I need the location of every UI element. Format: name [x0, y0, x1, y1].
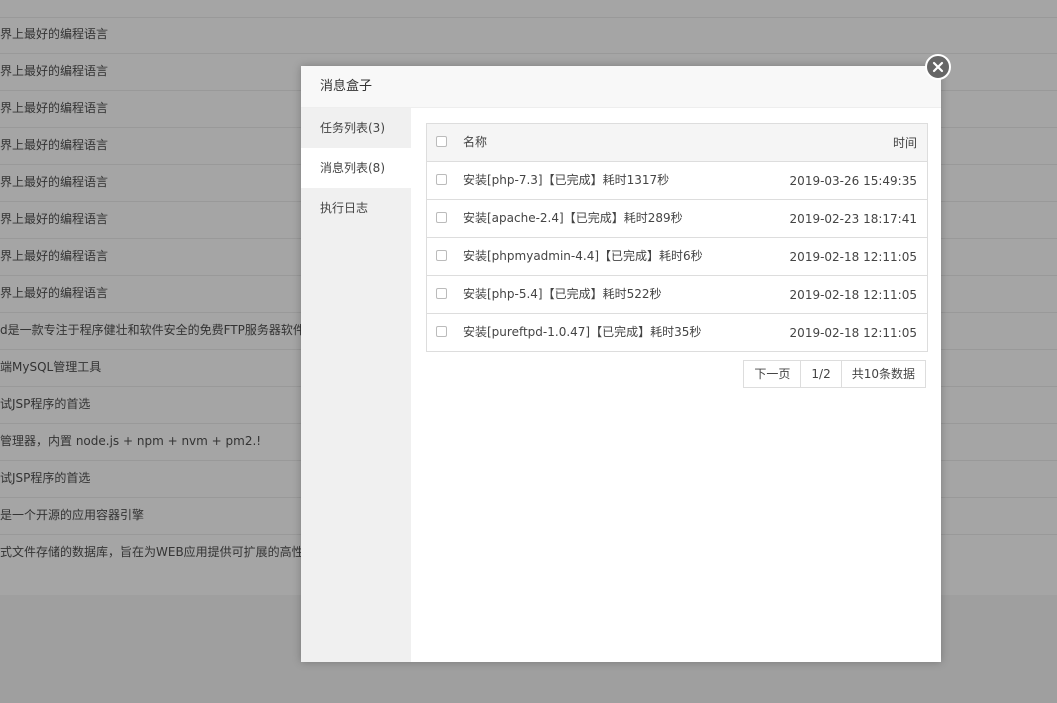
column-header-name: 名称 [463, 135, 488, 149]
pagination: 下一页 1/2 共10条数据 [743, 360, 926, 388]
close-button[interactable] [925, 54, 951, 80]
total-count: 共10条数据 [840, 361, 925, 387]
dialog-sidebar: 任务列表(3) 消息列表(8) 执行日志 [301, 108, 411, 662]
message-name: 安装[php-5.4]【已完成】耗时522秒 [463, 287, 662, 301]
select-all-checkbox[interactable] [436, 136, 447, 147]
row-checkbox[interactable] [436, 288, 447, 299]
dialog-title: 消息盒子 [301, 66, 941, 108]
tab-message-list[interactable]: 消息列表(8) [301, 148, 411, 188]
message-name: 安装[apache-2.4]【已完成】耗时289秒 [463, 211, 683, 225]
message-time: 2019-02-18 12:11:05 [789, 326, 917, 340]
message-name: 安装[php-7.3]【已完成】耗时1317秒 [463, 173, 670, 187]
message-time: 2019-02-18 12:11:05 [789, 288, 917, 302]
message-time: 2019-02-23 18:17:41 [789, 212, 917, 226]
tab-task-list[interactable]: 任务列表(3) [301, 108, 411, 148]
tab-execution-log[interactable]: 执行日志 [301, 188, 411, 228]
message-name: 安装[phpmyadmin-4.4]【已完成】耗时6秒 [463, 249, 703, 263]
column-header-time: 时间 [892, 136, 917, 150]
dialog-content: 名称 时间 安装[php-7.3]【已完成】耗时1317秒 2019-03-26… [411, 108, 941, 662]
row-checkbox[interactable] [436, 174, 447, 185]
background-row: 界上最好的编程语言 [0, 16, 1057, 54]
table-row: 安装[php-5.4]【已完成】耗时522秒 2019-02-18 12:11:… [427, 276, 927, 314]
message-table: 名称 时间 安装[php-7.3]【已完成】耗时1317秒 2019-03-26… [426, 123, 928, 352]
row-checkbox[interactable] [436, 326, 447, 337]
table-row: 安装[php-7.3]【已完成】耗时1317秒 2019-03-26 15:49… [427, 162, 927, 200]
message-box-dialog: 消息盒子 任务列表(3) 消息列表(8) 执行日志 名称 时间 安装[php-7… [301, 66, 941, 662]
close-icon [932, 61, 944, 73]
row-checkbox[interactable] [436, 250, 447, 261]
row-checkbox[interactable] [436, 212, 447, 223]
message-time: 2019-03-26 15:49:35 [789, 174, 917, 188]
table-row: 安装[phpmyadmin-4.4]【已完成】耗时6秒 2019-02-18 1… [427, 238, 927, 276]
page-indicator: 1/2 [800, 361, 840, 387]
message-name: 安装[pureftpd-1.0.47]【已完成】耗时35秒 [463, 325, 702, 339]
table-row: 安装[apache-2.4]【已完成】耗时289秒 2019-02-23 18:… [427, 200, 927, 238]
table-row: 安装[pureftpd-1.0.47]【已完成】耗时35秒 2019-02-18… [427, 314, 927, 351]
table-header: 名称 时间 [427, 124, 927, 162]
next-page-button[interactable]: 下一页 [744, 361, 800, 387]
message-time: 2019-02-18 12:11:05 [789, 250, 917, 264]
